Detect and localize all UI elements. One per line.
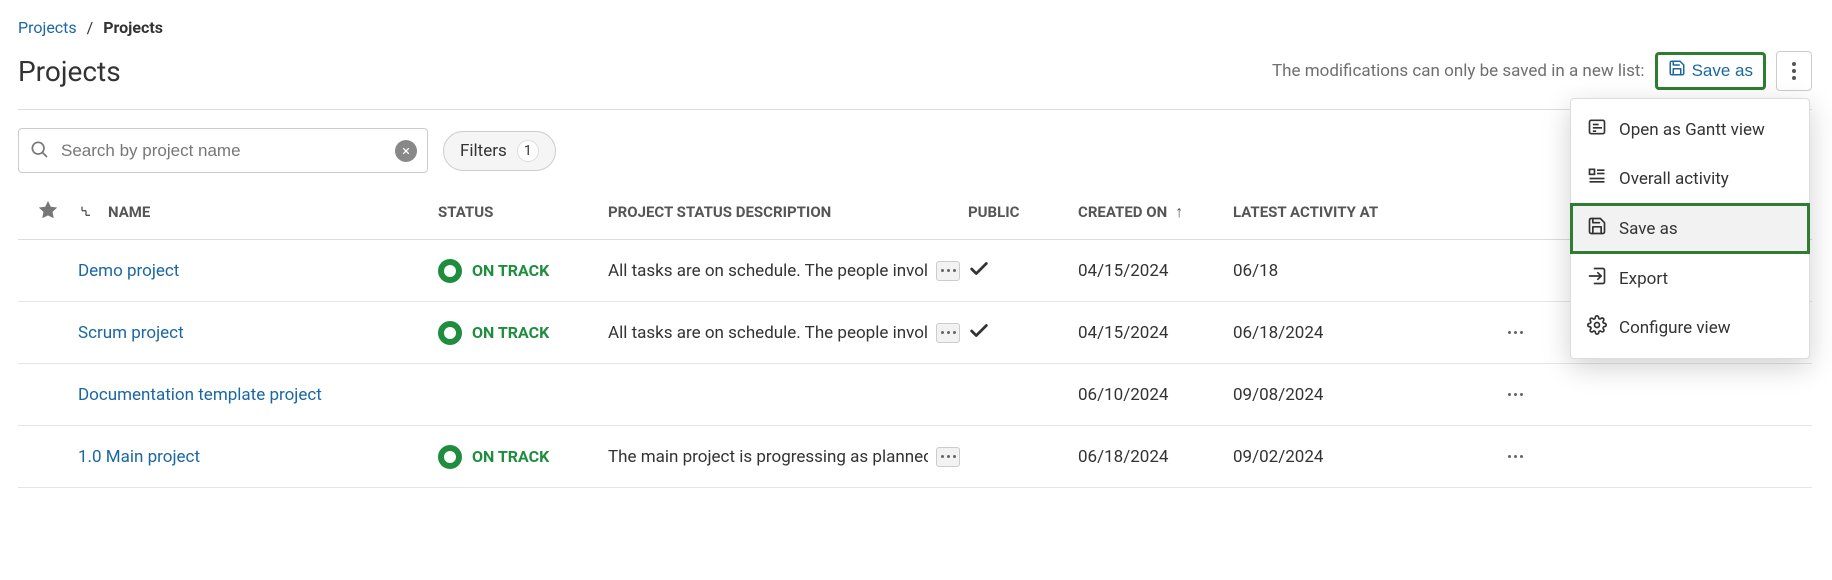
filters-button[interactable]: Filters 1 xyxy=(443,131,556,171)
project-link[interactable]: Scrum project xyxy=(78,323,184,343)
status-label: ON TRACK xyxy=(472,261,549,280)
save-info-text: The modifications can only be saved in a… xyxy=(1272,61,1645,81)
save-icon xyxy=(1587,216,1607,241)
favorite-icon[interactable] xyxy=(37,199,59,225)
gantt-icon xyxy=(1587,117,1607,142)
more-actions-button[interactable] xyxy=(1776,51,1812,91)
project-link[interactable]: Demo project xyxy=(78,261,179,281)
clear-search-button[interactable] xyxy=(395,140,417,162)
column-public[interactable]: Public xyxy=(968,203,1078,221)
latest-activity-date: 06/18/2024 xyxy=(1233,323,1493,343)
menu-item-label: Export xyxy=(1619,269,1668,289)
search-icon xyxy=(29,139,49,163)
menu-item-label: Configure view xyxy=(1619,318,1730,338)
menu-item-label: Open as Gantt view xyxy=(1619,120,1765,140)
status-label: ON TRACK xyxy=(472,323,549,342)
page-title: Projects xyxy=(18,55,121,88)
more-vertical-icon xyxy=(1792,62,1796,80)
filters-label: Filters xyxy=(460,141,507,161)
hierarchy-icon xyxy=(78,204,94,220)
menu-export[interactable]: Export xyxy=(1571,254,1809,303)
table-row: Demo project ON TRACK All tasks are on sch… xyxy=(18,240,1812,302)
filters-count-badge: 1 xyxy=(517,140,539,162)
menu-save-as[interactable]: Save as xyxy=(1570,203,1810,254)
project-link[interactable]: Documentation template project xyxy=(78,385,322,405)
menu-overall-activity[interactable]: Overall activity xyxy=(1571,154,1809,203)
more-horizontal-icon xyxy=(1508,393,1523,396)
expand-description-button[interactable] xyxy=(936,261,960,281)
status-label: ON TRACK xyxy=(472,447,549,466)
created-date: 04/15/2024 xyxy=(1078,323,1233,343)
menu-item-label: Save as xyxy=(1619,219,1678,239)
check-icon xyxy=(968,265,990,284)
expand-description-button[interactable] xyxy=(936,447,960,467)
breadcrumb-root[interactable]: Projects xyxy=(18,18,77,37)
menu-open-gantt[interactable]: Open as Gantt view xyxy=(1571,105,1809,154)
gear-icon xyxy=(1587,315,1607,340)
column-latest[interactable]: Latest activity at xyxy=(1233,203,1493,221)
more-horizontal-icon xyxy=(1508,455,1523,458)
check-icon xyxy=(968,327,990,346)
save-icon xyxy=(1668,59,1686,82)
status-indicator-icon xyxy=(438,321,462,345)
more-actions-menu: Open as Gantt view Overall activity Save… xyxy=(1570,98,1810,359)
status-description: All tasks are on schedule. The people in… xyxy=(608,323,928,343)
more-horizontal-icon xyxy=(1508,331,1523,334)
latest-activity-date: 06/18 xyxy=(1233,261,1493,281)
row-more-button[interactable] xyxy=(1493,331,1523,334)
table-row: Documentation template project 06/10/2024… xyxy=(18,364,1812,426)
created-date: 04/15/2024 xyxy=(1078,261,1233,281)
latest-activity-date: 09/08/2024 xyxy=(1233,385,1493,405)
breadcrumb: Projects / Projects xyxy=(18,18,1812,37)
menu-configure-view[interactable]: Configure view xyxy=(1571,303,1809,352)
project-link[interactable]: 1.0 Main project xyxy=(78,447,200,467)
column-status[interactable]: Status xyxy=(438,203,608,221)
breadcrumb-separator: / xyxy=(87,18,94,37)
search-input[interactable] xyxy=(59,140,385,162)
projects-table: Name Status Project status description P… xyxy=(18,185,1812,488)
breadcrumb-current: Projects xyxy=(103,18,163,37)
sort-ascending-icon: ↑ xyxy=(1175,202,1183,222)
table-row: 1.0 Main project ON TRACK The main project… xyxy=(18,426,1812,488)
status-indicator-icon xyxy=(438,445,462,469)
menu-item-label: Overall activity xyxy=(1619,169,1729,189)
expand-description-button[interactable] xyxy=(936,323,960,343)
row-more-button[interactable] xyxy=(1493,455,1523,458)
save-as-label: Save as xyxy=(1692,61,1753,81)
export-icon xyxy=(1587,266,1607,291)
row-more-button[interactable] xyxy=(1493,393,1523,396)
column-name[interactable]: Name xyxy=(78,203,438,221)
status-description: All tasks are on schedule. The people in… xyxy=(608,261,928,281)
created-date: 06/10/2024 xyxy=(1078,385,1233,405)
status-indicator-icon xyxy=(438,259,462,283)
column-desc[interactable]: Project status description xyxy=(608,203,968,221)
created-date: 06/18/2024 xyxy=(1078,447,1233,467)
save-as-button[interactable]: Save as xyxy=(1655,52,1766,89)
status-description: The main project is progressing as plann… xyxy=(608,447,928,467)
search-container xyxy=(18,128,428,173)
latest-activity-date: 09/02/2024 xyxy=(1233,447,1493,467)
table-row: Scrum project ON TRACK All tasks are on sc… xyxy=(18,302,1812,364)
activity-icon xyxy=(1587,166,1607,191)
column-created[interactable]: Created on ↑ xyxy=(1078,202,1233,222)
table-header: Name Status Project status description P… xyxy=(18,185,1812,240)
